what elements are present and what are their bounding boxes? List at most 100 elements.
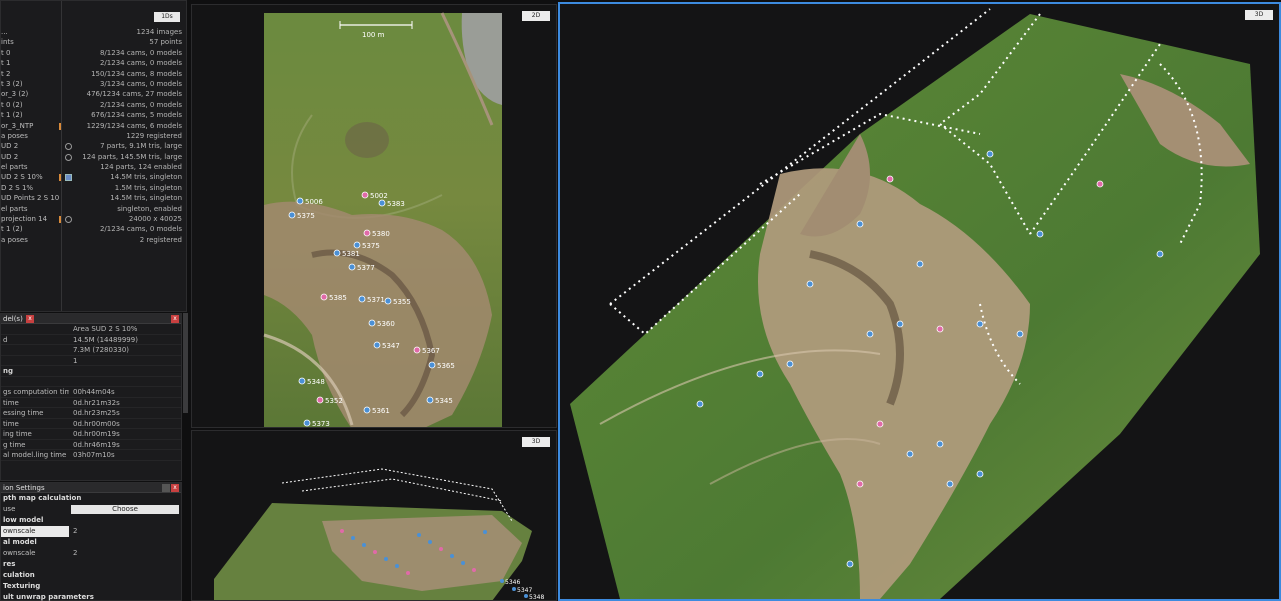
gcp-marker[interactable]	[368, 319, 376, 327]
viewport-tag-2d[interactable]: 2D	[522, 11, 550, 21]
gcp-marker[interactable]	[756, 370, 764, 378]
gcp-marker[interactable]	[1016, 330, 1024, 338]
scrollbar[interactable]	[183, 313, 188, 413]
project-row[interactable]: UD 2 S 10% 14.5M tris, singleton	[1, 172, 186, 182]
gcp-marker[interactable]	[483, 530, 487, 534]
gcp-marker[interactable]	[373, 341, 381, 349]
gcp-marker[interactable]	[320, 293, 328, 301]
gcp-marker[interactable]	[916, 260, 924, 268]
gcp-marker[interactable]	[340, 529, 344, 533]
settings-item[interactable]: res	[1, 559, 181, 570]
project-row[interactable]: UD Points 2 S 10 14.5M tris, singleton	[1, 193, 186, 203]
viewport-2d[interactable]: 5002 5006 5383 5375 5380 5375 5381 5377 5385 5371…	[191, 4, 557, 428]
gcp-marker[interactable]	[351, 536, 355, 540]
viewport-tag-3d-main[interactable]: 3D	[1245, 10, 1273, 20]
gcp-marker[interactable]	[428, 361, 436, 369]
project-row[interactable]: t 3 (2) 3/1234 cams, 0 models	[1, 79, 186, 89]
gcp-marker[interactable]	[361, 191, 369, 199]
gcp-marker[interactable]	[986, 150, 994, 158]
project-row[interactable]: UD 2 124 parts, 145.5M tris, large	[1, 152, 186, 162]
section-flow-model[interactable]: low model	[1, 515, 181, 526]
project-row[interactable]: ints 57 points	[1, 37, 186, 47]
gcp-marker[interactable]	[353, 241, 361, 249]
gcp-marker[interactable]	[303, 419, 311, 427]
project-row[interactable]: a poses 1229 registered	[1, 131, 186, 141]
gcp-marker[interactable]	[976, 470, 984, 478]
settings-item[interactable]: culation	[1, 570, 181, 581]
gcp-marker[interactable]	[428, 540, 432, 544]
project-row[interactable]: or_3_NTP 1229/1234 cams, 6 models	[1, 121, 186, 131]
project-row[interactable]: UD 2 7 parts, 9.1M tris, large	[1, 141, 186, 151]
downscale-row[interactable]: ownscale 2	[1, 526, 181, 537]
gcp-marker[interactable]	[976, 320, 984, 328]
project-row[interactable]: t 1 (2) 676/1234 cams, 5 models	[1, 110, 186, 120]
gcp-marker[interactable]	[378, 199, 386, 207]
eye-icon[interactable]	[65, 216, 72, 224]
gcp-marker[interactable]	[512, 587, 516, 591]
project-row[interactable]: t 1 2/1234 cams, 0 models	[1, 58, 186, 68]
project-row[interactable]: D 2 S 1% 1.5M tris, singleton	[1, 183, 186, 193]
gcp-marker[interactable]	[936, 325, 944, 333]
float-icon[interactable]	[162, 484, 170, 492]
gcp-marker[interactable]	[363, 229, 371, 237]
gcp-marker[interactable]	[866, 330, 874, 338]
gcp-marker[interactable]	[856, 220, 864, 228]
viewport-3d-main[interactable]: 3D	[558, 2, 1281, 601]
gcp-marker[interactable]	[384, 557, 388, 561]
gcp-marker[interactable]	[1036, 230, 1044, 238]
close-icon[interactable]: x	[171, 484, 179, 492]
downscale-row-2[interactable]: ownscale 2	[1, 548, 181, 559]
project-row[interactable]: t 2 150/1234 cams, 8 models	[1, 69, 186, 79]
settings-item[interactable]: ult unwrap parameters	[1, 592, 181, 601]
gcp-marker[interactable]	[362, 543, 366, 547]
project-row[interactable]: or_3 (2) 476/1234 cams, 27 models	[1, 89, 186, 99]
downscale-value-2[interactable]: 2	[73, 548, 77, 559]
gcp-marker[interactable]	[946, 480, 954, 488]
gcp-marker[interactable]	[472, 568, 476, 572]
project-row[interactable]: a poses 2 registered	[1, 235, 186, 245]
gcp-marker[interactable]	[333, 249, 341, 257]
settings-item[interactable]: Texturing	[1, 581, 181, 592]
project-row[interactable]: projection 14 24000 x 40025	[1, 214, 186, 224]
choose-button[interactable]: Choose	[71, 505, 179, 514]
visibility-toggle-selected[interactable]	[65, 174, 72, 182]
project-row[interactable]: t 0 (2) 2/1234 cams, 0 models	[1, 100, 186, 110]
gcp-marker[interactable]	[896, 320, 904, 328]
gcp-marker[interactable]	[373, 550, 377, 554]
project-row[interactable]: el parts singleton, enabled	[1, 204, 186, 214]
gcp-marker[interactable]	[500, 579, 504, 583]
gcp-marker[interactable]	[439, 547, 443, 551]
gcp-marker[interactable]	[316, 396, 324, 404]
viewport-3d-small[interactable]: 5346 5347 5348 3D	[191, 430, 557, 601]
panel-tag[interactable]: 1Ds	[154, 12, 180, 22]
gcp-marker[interactable]	[876, 420, 884, 428]
project-row[interactable]: el parts 124 parts, 124 enabled	[1, 162, 186, 172]
gcp-marker[interactable]	[384, 297, 392, 305]
close-icon[interactable]: x	[171, 315, 179, 323]
project-row[interactable]: t 0 8/1234 cams, 0 models	[1, 48, 186, 58]
gcp-marker[interactable]	[786, 360, 794, 368]
viewport-tag-3d-small[interactable]: 3D	[522, 437, 550, 447]
gcp-marker[interactable]	[856, 480, 864, 488]
gcp-marker[interactable]	[395, 564, 399, 568]
gcp-marker[interactable]	[1156, 250, 1164, 258]
section-final-model[interactable]: al model	[1, 537, 181, 548]
gcp-marker[interactable]	[886, 175, 894, 183]
gcp-marker[interactable]	[296, 197, 304, 205]
close-icon[interactable]: x	[26, 315, 34, 323]
gcp-marker[interactable]	[1096, 180, 1104, 188]
project-row[interactable]: t 1 (2) 2/1234 cams, 0 models	[1, 224, 186, 234]
gcp-marker[interactable]	[461, 561, 465, 565]
gcp-marker[interactable]	[417, 533, 421, 537]
gcp-marker[interactable]	[358, 295, 366, 303]
gcp-marker[interactable]	[298, 377, 306, 385]
project-row[interactable]: ... 1234 images	[1, 27, 186, 37]
gcp-marker[interactable]	[426, 396, 434, 404]
gcp-marker[interactable]	[936, 440, 944, 448]
gcp-marker[interactable]	[846, 560, 854, 568]
gcp-marker[interactable]	[406, 571, 410, 575]
gcp-marker[interactable]	[696, 400, 704, 408]
eye-icon[interactable]	[65, 143, 72, 151]
eye-icon[interactable]	[65, 153, 72, 161]
section-depth-map[interactable]: pth map calculation	[1, 493, 181, 504]
